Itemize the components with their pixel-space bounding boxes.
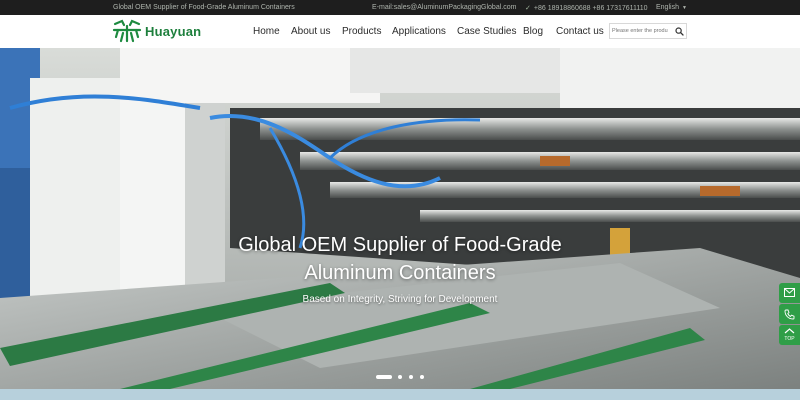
- contact-phone[interactable]: ✓ +86 18918860688 +86 17317611110: [525, 4, 648, 12]
- nav-about-us[interactable]: About us: [291, 26, 330, 37]
- logo-mark-icon: [112, 19, 142, 43]
- next-section-preview: [0, 389, 800, 400]
- phone-icon: [784, 309, 795, 320]
- language-label: English: [656, 4, 679, 11]
- nav-products[interactable]: Products: [342, 26, 381, 37]
- nav-blog[interactable]: Blog: [523, 26, 543, 37]
- hero-title: Global OEM Supplier of Food-Grade Alumin…: [150, 231, 650, 287]
- check-icon: ✓: [525, 5, 531, 12]
- search-icon[interactable]: [675, 27, 684, 36]
- site-tagline: Global OEM Supplier of Food-Grade Alumin…: [113, 4, 295, 11]
- slide-dot-3[interactable]: [409, 375, 413, 379]
- email-button[interactable]: [779, 283, 800, 303]
- nav-case-studies[interactable]: Case Studies: [457, 26, 516, 37]
- brand-name: Huayuan: [145, 24, 202, 39]
- hero-subtitle: Based on Integrity, Striving for Develop…: [302, 294, 498, 305]
- nav-contact-us[interactable]: Contact us: [556, 26, 604, 37]
- phone-number: +86 18918860688 +86 17317611110: [533, 5, 648, 12]
- mail-icon: [784, 288, 795, 297]
- contact-email[interactable]: E-mail:sales@AluminumPackagingGlobal.com: [372, 4, 516, 11]
- slide-dot-2[interactable]: [398, 375, 402, 379]
- arrow-up-icon: [784, 328, 795, 334]
- logo[interactable]: Huayuan: [112, 19, 222, 43]
- nav-home[interactable]: Home: [253, 26, 280, 37]
- slide-dot-4[interactable]: [420, 375, 424, 379]
- caret-down-icon: ▼: [681, 5, 687, 11]
- top-bar: Global OEM Supplier of Food-Grade Alumin…: [0, 0, 800, 15]
- search-box: [609, 23, 687, 39]
- search-input[interactable]: [612, 25, 670, 37]
- hero-machine-image: [0, 48, 800, 389]
- site-header: Huayuan Home About us Products Applicati…: [0, 15, 800, 48]
- top-label: TOP: [784, 336, 795, 342]
- slide-dot-1[interactable]: [376, 375, 392, 379]
- back-to-top-button[interactable]: TOP: [779, 325, 800, 345]
- hero-title-line1: Global OEM Supplier of Food-Grade: [238, 234, 562, 256]
- phone-button[interactable]: [779, 304, 800, 324]
- language-selector[interactable]: English ▼: [656, 4, 687, 11]
- hero-banner: Global OEM Supplier of Food-Grade Alumin…: [0, 48, 800, 389]
- nav-applications[interactable]: Applications: [392, 26, 446, 37]
- hero-title-line2: Aluminum Containers: [304, 262, 496, 284]
